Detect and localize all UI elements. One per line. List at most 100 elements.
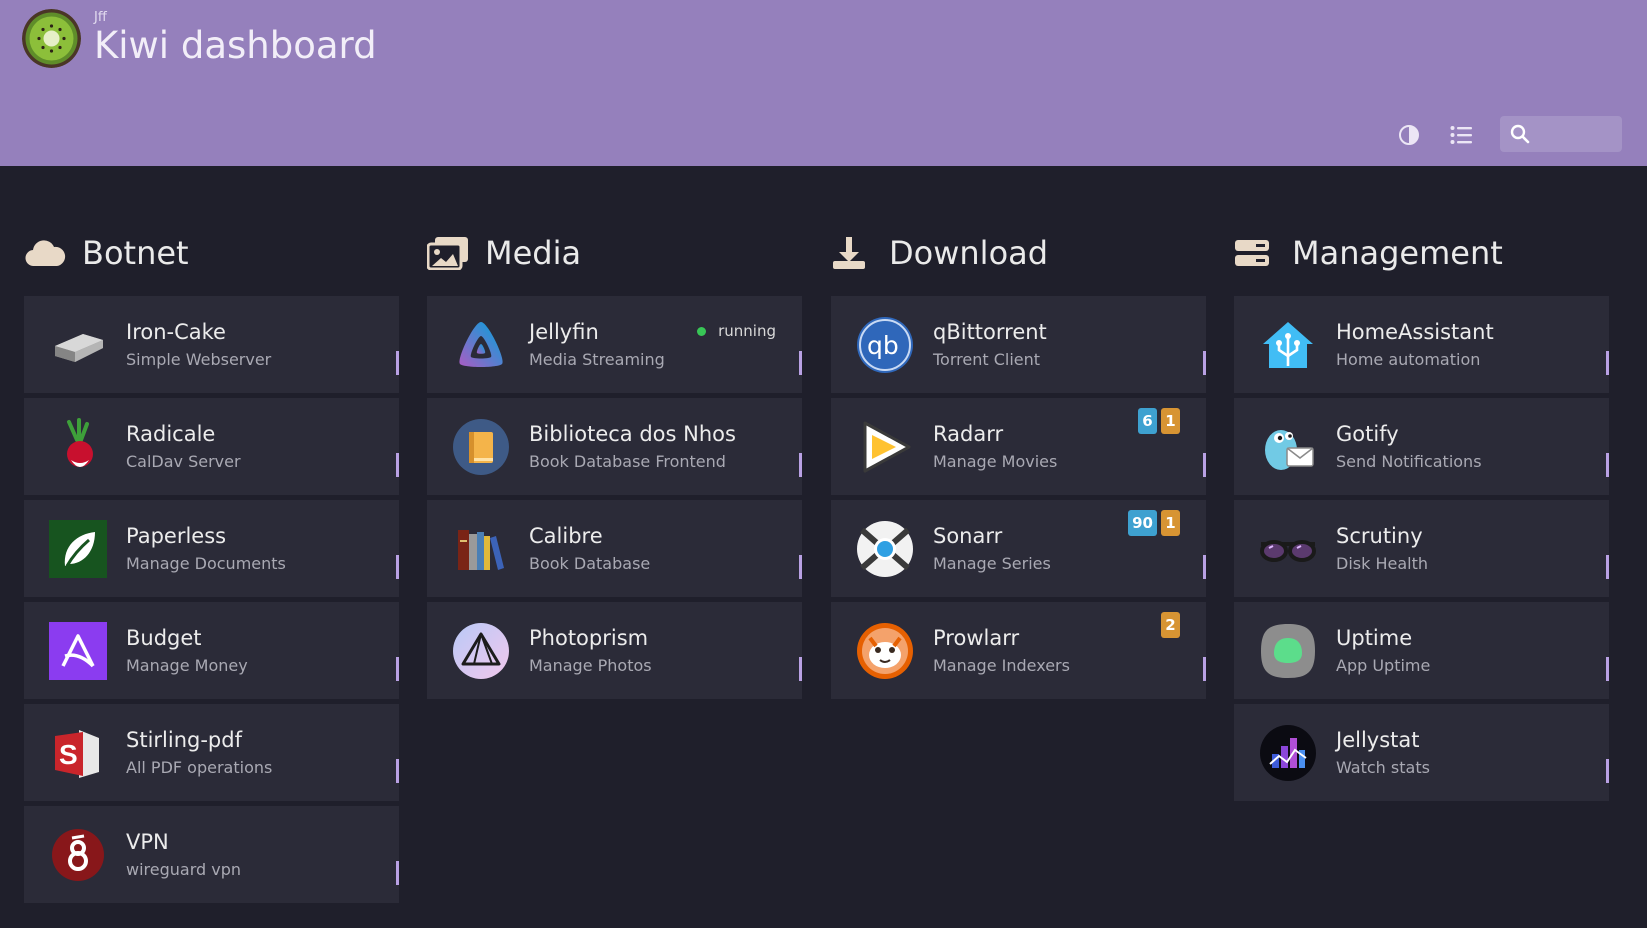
service-subtitle: Manage Documents: [126, 554, 286, 573]
service-name: Sonarr: [933, 524, 1003, 548]
service-name: Uptime: [1336, 626, 1413, 650]
service-name: Radarr: [933, 422, 1004, 446]
images-icon: [427, 233, 471, 273]
service-card-vpn[interactable]: VPN wireguard vpn: [24, 806, 399, 903]
service-subtitle: Manage Movies: [933, 452, 1058, 471]
contrast-icon: [1399, 125, 1419, 145]
photoprism-icon: [452, 622, 510, 680]
service-card-budget[interactable]: Budget Manage Money: [24, 602, 399, 699]
service-card-biblioteca-dos-nhos[interactable]: Biblioteca dos Nhos Book Database Fronte…: [427, 398, 802, 495]
prowlarr-icon: [856, 622, 914, 680]
group-title: Download: [889, 234, 1049, 272]
service-name: Gotify: [1336, 422, 1399, 446]
service-subtitle: wireguard vpn: [126, 860, 242, 879]
service-card-radicale[interactable]: Radicale CalDav Server: [24, 398, 399, 495]
service-subtitle: App Uptime: [1336, 656, 1431, 675]
server-icon: [1234, 233, 1278, 273]
service-name: Jellyfin: [529, 320, 599, 344]
uptime-kuma-icon: [1259, 622, 1317, 680]
jellystat-icon: [1259, 724, 1317, 782]
wireguard-icon: [49, 826, 107, 884]
service-card-iron-cake[interactable]: Iron-Cake Simple Webserver: [24, 296, 399, 393]
search-input[interactable]: [1534, 120, 1616, 148]
search-box[interactable]: [1500, 116, 1622, 152]
status-indicator: running: [697, 322, 776, 340]
jellyfin-icon: [452, 316, 510, 374]
status-text: running: [718, 322, 776, 340]
service-card-gotify[interactable]: Gotify Send Notifications: [1234, 398, 1609, 495]
service-subtitle: Watch stats: [1336, 758, 1430, 777]
service-subtitle: All PDF operations: [126, 758, 273, 777]
iron-ingot-icon: [49, 316, 107, 374]
sonarr-icon: [856, 520, 914, 578]
qbittorrent-icon: qb: [856, 316, 914, 374]
service-name: Biblioteca dos Nhos: [529, 422, 736, 446]
book-icon: [452, 418, 510, 476]
group-header-media: Media: [427, 228, 581, 278]
header-subtitle: Jff: [94, 10, 107, 25]
cloud-icon: [24, 233, 68, 273]
service-card-sonarr[interactable]: Sonarr Manage Series 90 1: [831, 500, 1206, 597]
search-icon: [1510, 124, 1530, 144]
service-card-uptime[interactable]: Uptime App Uptime: [1234, 602, 1609, 699]
glasses-icon: [1259, 520, 1317, 578]
service-card-prowlarr[interactable]: Prowlarr Manage Indexers 2: [831, 602, 1206, 699]
service-subtitle: Home automation: [1336, 350, 1481, 369]
service-subtitle: Book Database: [529, 554, 651, 573]
service-subtitle: Manage Series: [933, 554, 1051, 573]
page-title: Kiwi dashboard: [94, 24, 377, 67]
group-title: Management: [1292, 234, 1503, 272]
service-card-homeassistant[interactable]: HomeAssistant Home automation: [1234, 296, 1609, 393]
header: Jff Kiwi dashboard: [0, 0, 1647, 166]
service-card-jellyfin[interactable]: Jellyfin Media Streaming running: [427, 296, 802, 393]
layout-toggle-button[interactable]: [1446, 121, 1476, 149]
badge-group: 90 1: [1128, 510, 1180, 536]
badge-group: 2: [1161, 612, 1180, 638]
service-name: HomeAssistant: [1336, 320, 1494, 344]
service-card-radarr[interactable]: Radarr Manage Movies 6 1: [831, 398, 1206, 495]
service-name: qBittorrent: [933, 320, 1047, 344]
download-icon: [831, 233, 875, 273]
group-title: Botnet: [82, 234, 189, 272]
service-name: Budget: [126, 626, 202, 650]
service-subtitle: CalDav Server: [126, 452, 241, 471]
queue-badge: 90: [1128, 510, 1157, 536]
service-subtitle: Disk Health: [1336, 554, 1428, 573]
badge-group: 6 1: [1138, 408, 1180, 434]
service-subtitle: Torrent Client: [933, 350, 1041, 369]
gotify-icon: [1259, 418, 1317, 476]
theme-toggle-button[interactable]: [1394, 121, 1424, 149]
list-icon: [1450, 126, 1472, 144]
leaf-icon: [49, 520, 107, 578]
service-name: Radicale: [126, 422, 216, 446]
service-card-calibre[interactable]: Calibre Book Database: [427, 500, 802, 597]
radish-icon: [49, 418, 107, 476]
service-name: Photoprism: [529, 626, 649, 650]
service-card-jellystat[interactable]: Jellystat Watch stats: [1234, 704, 1609, 801]
service-name: VPN: [126, 830, 169, 854]
stirling-pdf-icon: S: [49, 724, 107, 782]
service-name: Calibre: [529, 524, 603, 548]
service-subtitle: Manage Indexers: [933, 656, 1070, 675]
svg-text:S: S: [59, 739, 78, 770]
service-card-qbittorrent[interactable]: qb qBittorrent Torrent Client: [831, 296, 1206, 393]
service-subtitle: Manage Money: [126, 656, 248, 675]
missing-badge: 1: [1161, 510, 1180, 536]
group-title: Media: [485, 234, 582, 272]
service-card-photoprism[interactable]: Photoprism Manage Photos: [427, 602, 802, 699]
service-name: Iron-Cake: [126, 320, 226, 344]
queue-badge: 6: [1138, 408, 1157, 434]
radarr-icon: [856, 418, 914, 476]
service-card-scrutiny[interactable]: Scrutiny Disk Health: [1234, 500, 1609, 597]
service-subtitle: Send Notifications: [1336, 452, 1482, 471]
service-name: Prowlarr: [933, 626, 1020, 650]
service-card-paperless[interactable]: Paperless Manage Documents: [24, 500, 399, 597]
service-card-stirling-pdf[interactable]: S Stirling-pdf All PDF operations: [24, 704, 399, 801]
service-name: Scrutiny: [1336, 524, 1423, 548]
group-header-management: Management: [1234, 228, 1503, 278]
service-subtitle: Media Streaming: [529, 350, 665, 369]
status-dot: [697, 326, 707, 336]
service-subtitle: Simple Webserver: [126, 350, 272, 369]
service-name: Stirling-pdf: [126, 728, 242, 752]
kiwi-logo-icon[interactable]: [22, 9, 81, 68]
